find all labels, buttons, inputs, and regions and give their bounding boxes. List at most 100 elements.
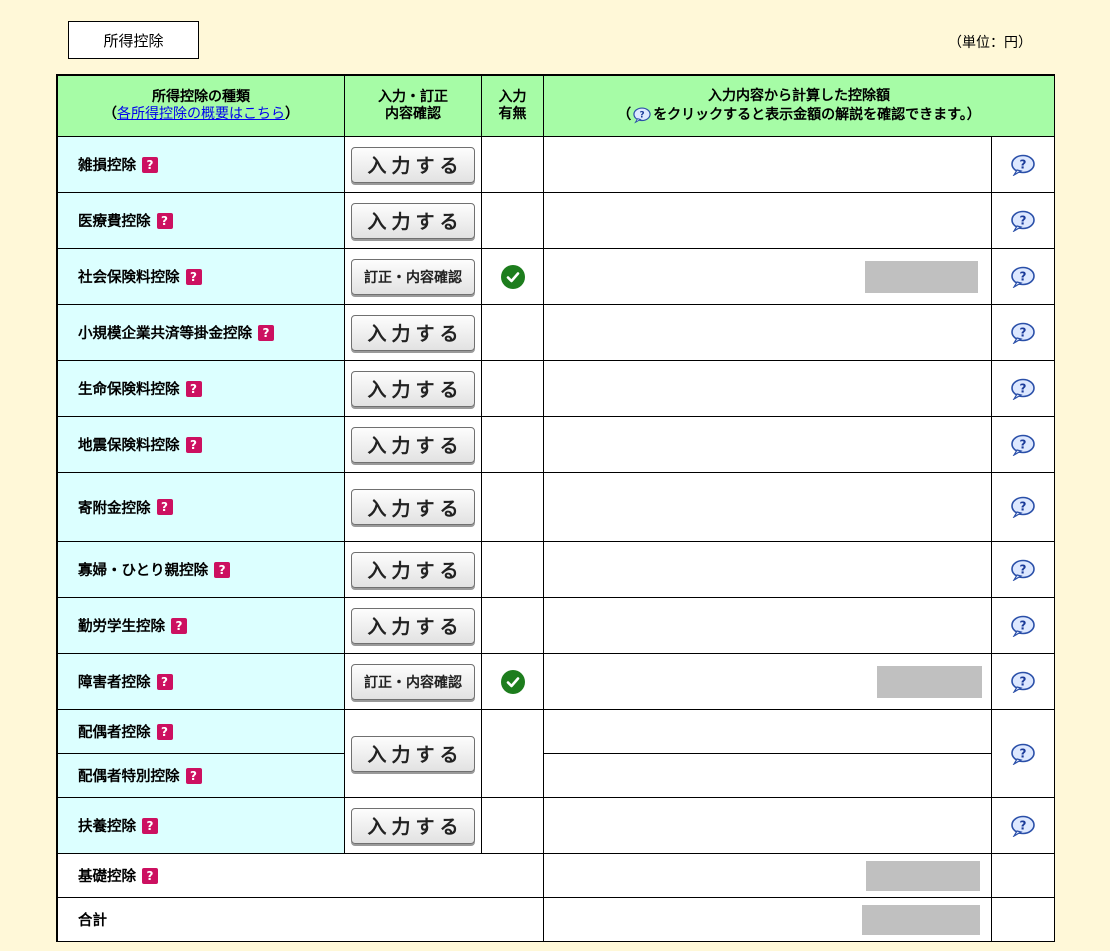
deduction-overview-link[interactable]: 各所得控除の概要はこちら (117, 106, 285, 122)
question-mark-icon[interactable]: ? (142, 867, 158, 884)
svg-text:?: ? (1020, 381, 1027, 395)
correct-button-disability[interactable]: 訂正・内容確認 (351, 663, 475, 700)
row-label-text: 扶養控除 (78, 819, 136, 835)
masked-amount (866, 860, 980, 891)
help-cell: ? (992, 305, 1054, 360)
svg-text:?: ? (1020, 746, 1027, 760)
input-cell: 入力する (345, 598, 481, 653)
status-cell (482, 798, 543, 853)
input-button-medical[interactable]: 入力する (351, 202, 475, 239)
help-bubble-icon[interactable]: ? (1008, 434, 1038, 456)
question-mark-icon[interactable]: ? (185, 767, 202, 784)
status-cell (482, 598, 543, 653)
amount-cell (544, 193, 991, 248)
question-mark-icon[interactable]: ? (156, 212, 173, 229)
help-bubble-icon[interactable]: ? (1008, 210, 1038, 232)
help-bubble-icon: ? (633, 106, 651, 124)
amount-cell (544, 473, 991, 541)
svg-text:?: ? (1020, 157, 1027, 171)
input-button-casualty[interactable]: 入力する (351, 146, 475, 183)
row-label-text: 配偶者控除 (78, 725, 151, 741)
row-label-basic: 基礎控除? (58, 854, 543, 897)
link-paren-close: ） (285, 106, 299, 122)
amount-cell (544, 598, 991, 653)
input-cell: 入力する (345, 193, 481, 248)
deduction-table: 所得控除の種類 （各所得控除の概要はこちら） 入力・訂正 内容確認 入力 有無 … (56, 74, 1055, 942)
input-cell: 入力する (345, 137, 481, 192)
input-button-spouse[interactable]: 入力する (351, 735, 475, 772)
question-mark-icon[interactable]: ? (185, 436, 202, 453)
help-bubble-icon[interactable]: ? (1008, 266, 1038, 288)
help-bubble-icon[interactable]: ? (1008, 154, 1038, 176)
input-button-small-business[interactable]: 入力する (351, 314, 475, 351)
input-button-widow[interactable]: 入力する (351, 551, 475, 588)
row-label-text: 医療費控除 (78, 214, 151, 230)
header-amount-line1: 入力内容から計算した控除額 (708, 88, 890, 104)
amount-cell (544, 249, 991, 304)
row-label-text: 寄附金控除 (78, 500, 151, 517)
help-bubble-icon[interactable]: ? (1008, 615, 1038, 637)
status-cell (482, 542, 543, 597)
amount-cell (544, 137, 991, 192)
input-button-working-student[interactable]: 入力する (351, 607, 475, 644)
row-label-text: 寡婦・ひとり親控除 (78, 563, 209, 579)
input-cell: 訂正・内容確認 (345, 654, 481, 709)
question-mark-icon[interactable]: ? (142, 156, 158, 173)
correct-button-social-insurance[interactable]: 訂正・内容確認 (351, 258, 475, 295)
question-mark-icon[interactable]: ? (185, 268, 202, 285)
question-mark-icon[interactable]: ? (171, 617, 187, 634)
help-bubble-icon[interactable]: ? (1008, 496, 1038, 518)
question-mark-icon[interactable]: ? (258, 324, 274, 341)
status-cell (482, 417, 543, 472)
header-input-line2: 内容確認 (385, 106, 441, 122)
svg-text:?: ? (1020, 562, 1027, 576)
help-bubble-icon[interactable]: ? (1008, 322, 1038, 344)
help-bubble-icon[interactable]: ? (1008, 815, 1038, 837)
row-label-disability: 障害者控除? (58, 654, 344, 709)
question-mark-icon[interactable]: ? (142, 817, 158, 834)
input-button-life-insurance[interactable]: 入力する (351, 370, 475, 407)
help-cell: ? (992, 542, 1054, 597)
input-cell: 入力する (345, 798, 481, 853)
help-bubble-icon[interactable]: ? (1008, 378, 1038, 400)
input-button-earthquake-insurance[interactable]: 入力する (351, 426, 475, 463)
input-cell: 入力する (345, 361, 481, 416)
amount-cell (544, 854, 991, 897)
row-label-medical: 医療費控除? (58, 193, 344, 248)
input-cell: 入力する (345, 542, 481, 597)
header-status-line1: 入力 (498, 88, 527, 105)
question-mark-icon[interactable]: ? (185, 380, 202, 397)
svg-text:?: ? (1020, 437, 1027, 451)
question-mark-icon[interactable]: ? (156, 499, 173, 515)
link-paren-open: （ (103, 106, 117, 122)
help-cell: ? (992, 361, 1054, 416)
svg-text:?: ? (1020, 500, 1027, 514)
question-mark-icon[interactable]: ? (156, 723, 173, 740)
question-mark-icon[interactable]: ? (214, 561, 231, 578)
help-cell: ? (992, 137, 1054, 192)
help-bubble-icon[interactable]: ? (1008, 559, 1038, 581)
status-cell (482, 193, 543, 248)
row-label-spouse-special: 配偶者特別控除? (58, 754, 344, 797)
input-cell: 入力する (345, 473, 481, 541)
input-button-donation[interactable]: 入力する (351, 489, 475, 525)
help-cell: ? (992, 598, 1054, 653)
status-cell (482, 305, 543, 360)
svg-text:?: ? (1020, 325, 1027, 339)
help-cell: ? (992, 249, 1054, 304)
row-label-text: 配偶者特別控除 (78, 769, 180, 785)
check-circle-icon (500, 669, 525, 694)
row-label-text: 小規模企業共済等掛金控除 (78, 326, 252, 342)
amount-cell (544, 798, 991, 853)
row-label-text: 障害者控除 (78, 675, 151, 691)
header-status-line2: 有無 (498, 106, 527, 122)
row-label-text: 勤労学生控除 (78, 619, 165, 635)
amount-cell (544, 417, 991, 472)
status-cell (482, 361, 543, 416)
input-button-dependent[interactable]: 入力する (351, 807, 475, 844)
help-bubble-icon[interactable]: ? (1008, 743, 1038, 765)
help-cell: ? (992, 193, 1054, 248)
help-cell: ? (992, 654, 1054, 709)
question-mark-icon[interactable]: ? (156, 673, 173, 690)
help-bubble-icon[interactable]: ? (1008, 671, 1038, 693)
